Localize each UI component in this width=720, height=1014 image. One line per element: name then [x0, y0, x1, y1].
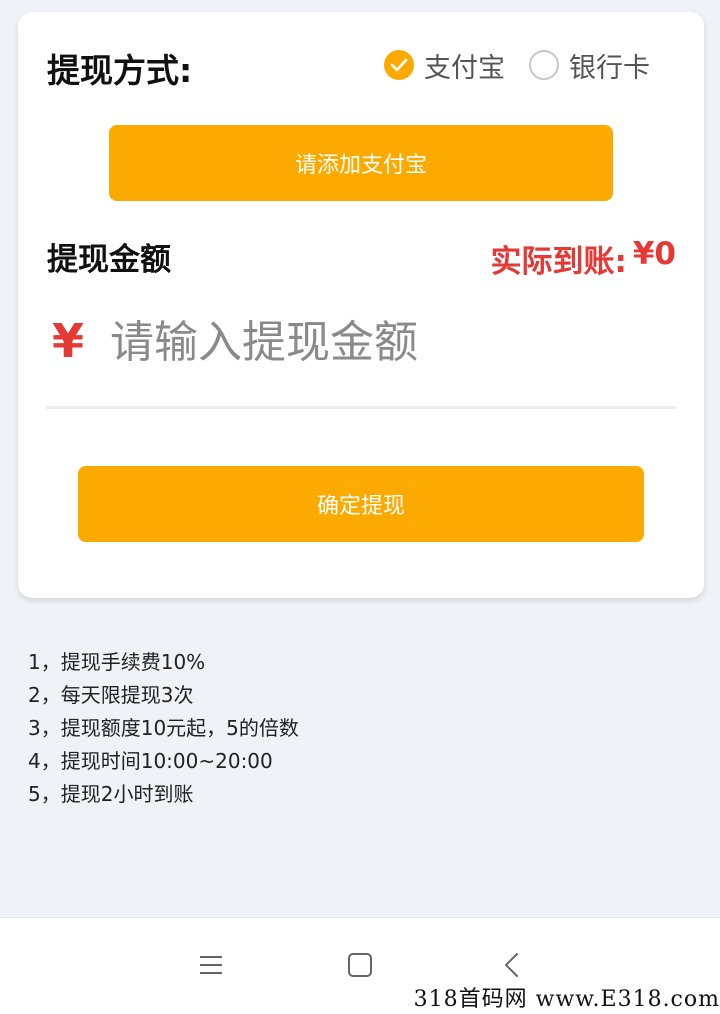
actual-received-value: ¥0	[632, 236, 676, 272]
currency-symbol: ¥	[52, 314, 85, 368]
withdraw-amount-title: 提现金额	[47, 242, 171, 278]
withdraw-rules: 1，提现手续费10% 2，每天限提现3次 3，提现额度10元起，5的倍数 4，提…	[28, 646, 299, 811]
check-icon	[384, 50, 414, 80]
radio-bank-card-label: 银行卡	[569, 52, 650, 84]
home-icon[interactable]	[345, 950, 375, 980]
withdraw-method-title: 提现方式:	[47, 51, 193, 90]
amount-input[interactable]	[110, 308, 670, 376]
rule-item: 1，提现手续费10%	[28, 650, 206, 674]
actual-received: 实际到账: ¥0	[490, 236, 676, 281]
watermark-text: 318首码网 www.E318.com	[413, 987, 720, 1012]
rule-item: 5，提现2小时到账	[28, 782, 194, 806]
menu-icon[interactable]	[196, 950, 226, 980]
rule-item: 3，提现额度10元起，5的倍数	[28, 716, 299, 740]
rule-item: 2，每天限提现3次	[28, 683, 194, 707]
add-alipay-button[interactable]: 请添加支付宝	[109, 125, 613, 201]
confirm-withdraw-button[interactable]: 确定提现	[78, 466, 644, 542]
divider	[46, 406, 676, 409]
radio-alipay[interactable]: 支付宝	[384, 48, 505, 84]
radio-unchecked-icon	[529, 50, 559, 80]
radio-alipay-label: 支付宝	[424, 52, 505, 84]
rule-item: 4，提现时间10:00~20:00	[28, 749, 273, 773]
withdraw-card: 提现方式: 支付宝 银行卡 请添加支付宝 提现金额 实际到账: ¥0 ¥ 确定提…	[18, 12, 704, 598]
radio-bank-card[interactable]: 银行卡	[529, 48, 650, 84]
actual-received-label: 实际到账:	[490, 244, 627, 280]
back-icon[interactable]	[497, 950, 527, 980]
